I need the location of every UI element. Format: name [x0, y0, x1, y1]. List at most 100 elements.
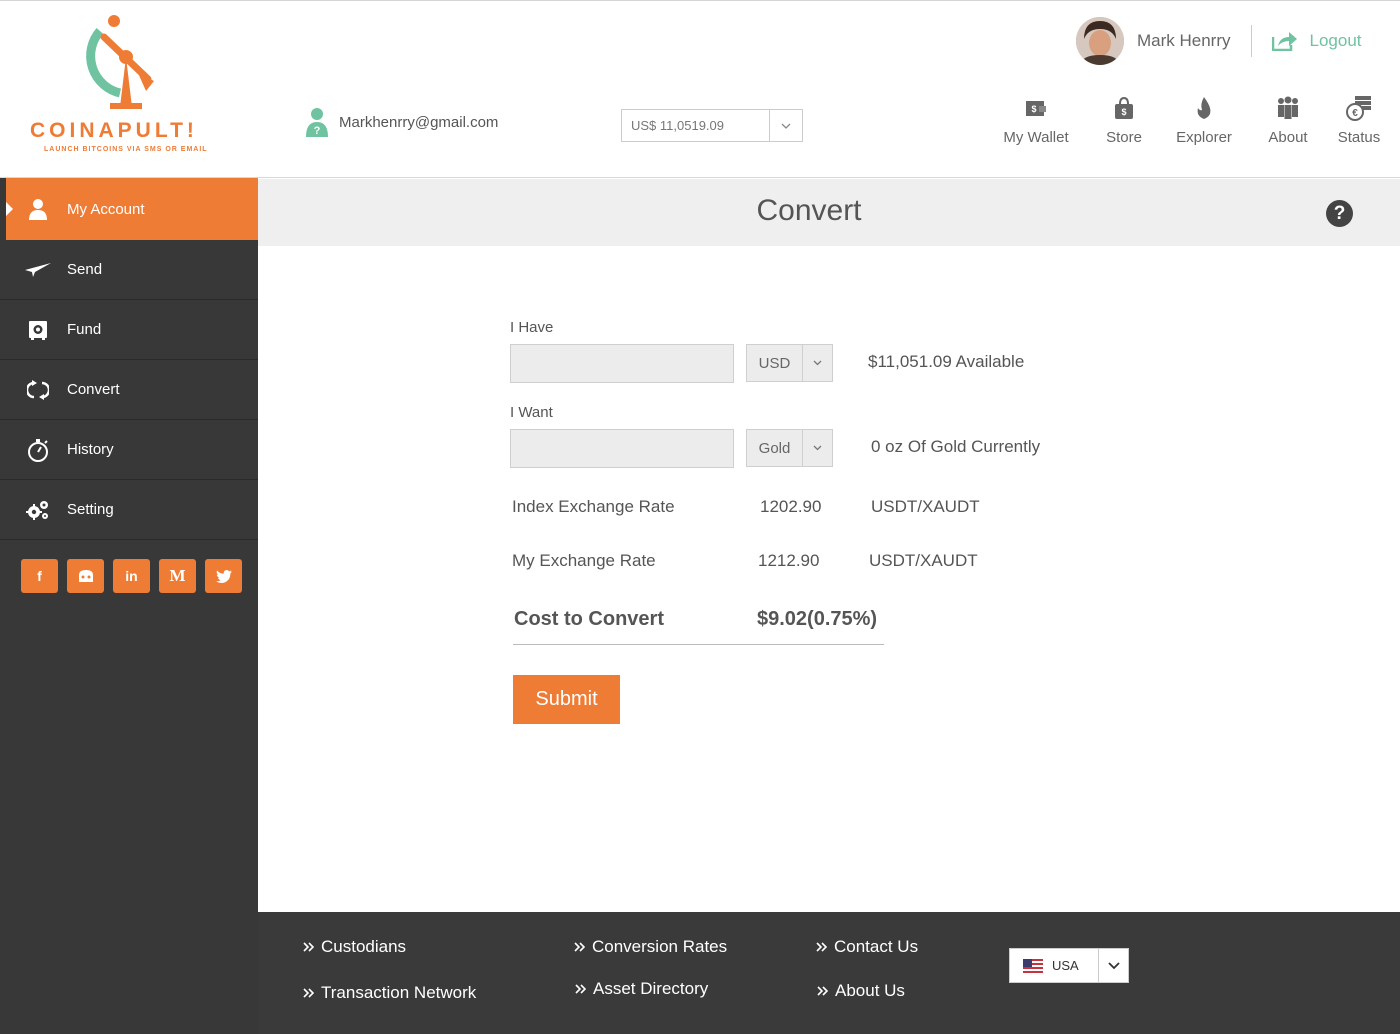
i-want-label: I Want	[510, 404, 553, 421]
logout-label: Logout	[1309, 31, 1362, 50]
people-icon	[1275, 93, 1301, 123]
footer-link-label: About Us	[835, 981, 905, 1000]
nav-store[interactable]: $ Store	[1095, 93, 1153, 146]
medium-button[interactable]: M	[159, 559, 196, 593]
medium-icon: M	[169, 566, 186, 585]
coinapult-logo[interactable]: COINAPULT! LAUNCH BITCOINS VIA SMS OR EM…	[28, 11, 228, 161]
convert-icon	[25, 379, 51, 400]
logout-icon	[1271, 32, 1297, 51]
stopwatch-icon	[25, 438, 51, 462]
i-want-currency-select[interactable]: Gold	[746, 429, 833, 467]
footer: Custodians Transaction Network Conversio…	[258, 912, 1400, 1034]
chevron-down-icon[interactable]	[1098, 949, 1128, 982]
help-button[interactable]: ?	[1326, 200, 1353, 227]
footer-link-label: Conversion Rates	[592, 937, 728, 956]
avatar[interactable]	[1076, 17, 1124, 65]
i-have-label: I Have	[510, 319, 554, 336]
double-chevron-right-icon	[574, 942, 585, 952]
sidebar-item-setting[interactable]: Setting	[0, 480, 258, 540]
footer-link-custodians[interactable]: Custodians	[303, 937, 406, 957]
svg-text:€: €	[1352, 108, 1358, 119]
twitter-button[interactable]	[205, 559, 242, 593]
sidebar-item-label: Setting	[67, 501, 114, 518]
footer-link-label: Asset Directory	[593, 979, 709, 998]
balance-select[interactable]: US$ 11,0519.09	[621, 109, 803, 142]
my-rate-value: 1212.90	[758, 551, 820, 570]
catapult-logo-icon	[86, 15, 154, 109]
select-value: USD	[758, 354, 791, 372]
double-chevron-right-icon	[817, 986, 828, 996]
nav-my-wallet[interactable]: $ My Wallet	[1000, 93, 1072, 146]
nav-label: Status	[1337, 129, 1381, 146]
double-chevron-right-icon	[303, 942, 314, 952]
my-rate-label: My Exchange Rate	[512, 551, 656, 570]
double-chevron-right-icon	[816, 942, 827, 952]
sidebar-item-fund[interactable]: Fund	[0, 300, 258, 360]
linkedin-button[interactable]: in	[113, 559, 150, 593]
my-rate-unit: USDT/XAUDT	[869, 551, 978, 570]
balance-select-value: US$ 11,0519.09	[631, 118, 724, 133]
sidebar-item-convert[interactable]: Convert	[0, 360, 258, 420]
divider	[1250, 25, 1252, 57]
top-nav: $ My Wallet $ Store Explorer About € Sta…	[1000, 93, 1385, 146]
double-chevron-right-icon	[575, 984, 586, 994]
chevron-down-icon[interactable]	[802, 430, 832, 466]
user-email: ? Markhenrry@gmail.com	[305, 107, 498, 137]
coins-icon: €	[1345, 93, 1373, 123]
logo-wordmark: COINAPULT!	[30, 119, 198, 142]
github-button[interactable]	[67, 559, 104, 593]
flame-icon	[1195, 93, 1213, 123]
footer-link-label: Contact Us	[834, 937, 919, 956]
current-gold-balance: 0 oz Of Gold Currently	[871, 437, 1041, 456]
index-rate-label: Index Exchange Rate	[512, 497, 675, 516]
sidebar-item-label: History	[67, 441, 114, 458]
sidebar-item-label: My Account	[67, 200, 145, 218]
chevron-down-icon[interactable]	[802, 345, 832, 381]
linkedin-icon: in	[125, 568, 138, 584]
user-help-icon: ?	[306, 108, 328, 137]
github-icon	[78, 570, 93, 582]
svg-text:$: $	[1121, 107, 1126, 117]
paper-plane-icon	[25, 262, 51, 277]
nav-status[interactable]: € Status	[1333, 93, 1385, 146]
user-name: Mark Henrry	[1137, 31, 1231, 50]
avatar-image	[1076, 17, 1124, 65]
question-icon: ?	[1333, 202, 1346, 224]
country-select-value: USA	[1052, 958, 1079, 973]
social-links: f in M	[0, 540, 258, 593]
nav-label: Store	[1106, 129, 1142, 146]
i-have-input[interactable]	[510, 344, 734, 383]
footer-link-transaction-network[interactable]: Transaction Network	[303, 983, 476, 1003]
safe-icon	[25, 320, 51, 340]
country-select[interactable]: USA	[1009, 948, 1129, 983]
sidebar-item-label: Fund	[67, 321, 102, 338]
sidebar-item-label: Convert	[67, 381, 120, 398]
footer-link-conversion-rates[interactable]: Conversion Rates	[574, 937, 727, 957]
footer-link-label: Custodians	[321, 937, 407, 956]
shopping-bag-icon: $	[1113, 93, 1135, 123]
footer-link-asset-directory[interactable]: Asset Directory	[575, 979, 708, 999]
email-text: Markhenrry@gmail.com	[339, 113, 499, 131]
logout-button[interactable]: Logout	[1271, 31, 1362, 51]
available-balance: $11,051.09 Available	[868, 352, 1025, 371]
index-rate-unit: USDT/XAUDT	[871, 497, 980, 516]
nav-label: My Wallet	[1003, 129, 1069, 146]
i-want-input[interactable]	[510, 429, 734, 468]
svg-text:$: $	[1031, 104, 1036, 114]
sidebar-item-send[interactable]: Send	[0, 240, 258, 300]
nav-about[interactable]: About	[1261, 93, 1315, 146]
submit-button[interactable]: Submit	[513, 675, 620, 724]
index-rate-value: 1202.90	[760, 497, 822, 516]
sidebar-item-history[interactable]: History	[0, 420, 258, 480]
sidebar-item-my-account[interactable]: My Account	[6, 178, 258, 240]
footer-link-contact-us[interactable]: Contact Us	[816, 937, 918, 957]
user-menu: Mark Henrry Logout	[1076, 17, 1362, 65]
wallet-icon: $	[1025, 93, 1047, 123]
footer-link-about-us[interactable]: About Us	[817, 981, 905, 1001]
logo-tagline: LAUNCH BITCOINS VIA SMS OR EMAIL	[44, 146, 208, 153]
i-have-currency-select[interactable]: USD	[746, 344, 833, 382]
sidebar-item-label: Send	[67, 261, 103, 278]
chevron-down-icon[interactable]	[769, 110, 802, 141]
facebook-button[interactable]: f	[21, 559, 58, 593]
nav-explorer[interactable]: Explorer	[1171, 93, 1237, 146]
